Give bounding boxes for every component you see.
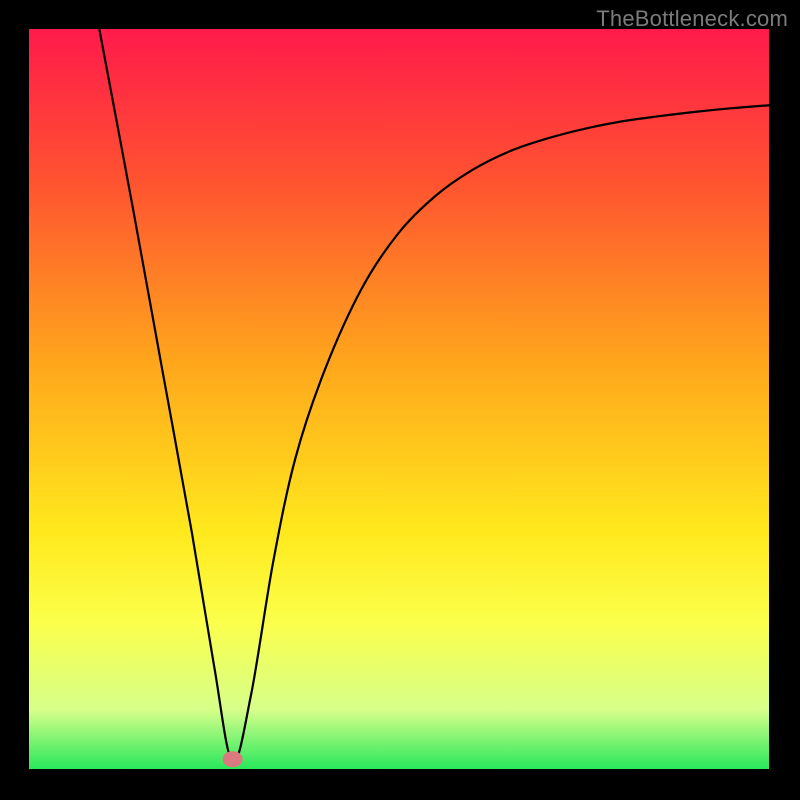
chart-frame: TheBottleneck.com — [0, 0, 800, 800]
minimum-marker — [222, 752, 243, 768]
watermark-text: TheBottleneck.com — [596, 6, 788, 32]
plot-area — [29, 29, 769, 769]
